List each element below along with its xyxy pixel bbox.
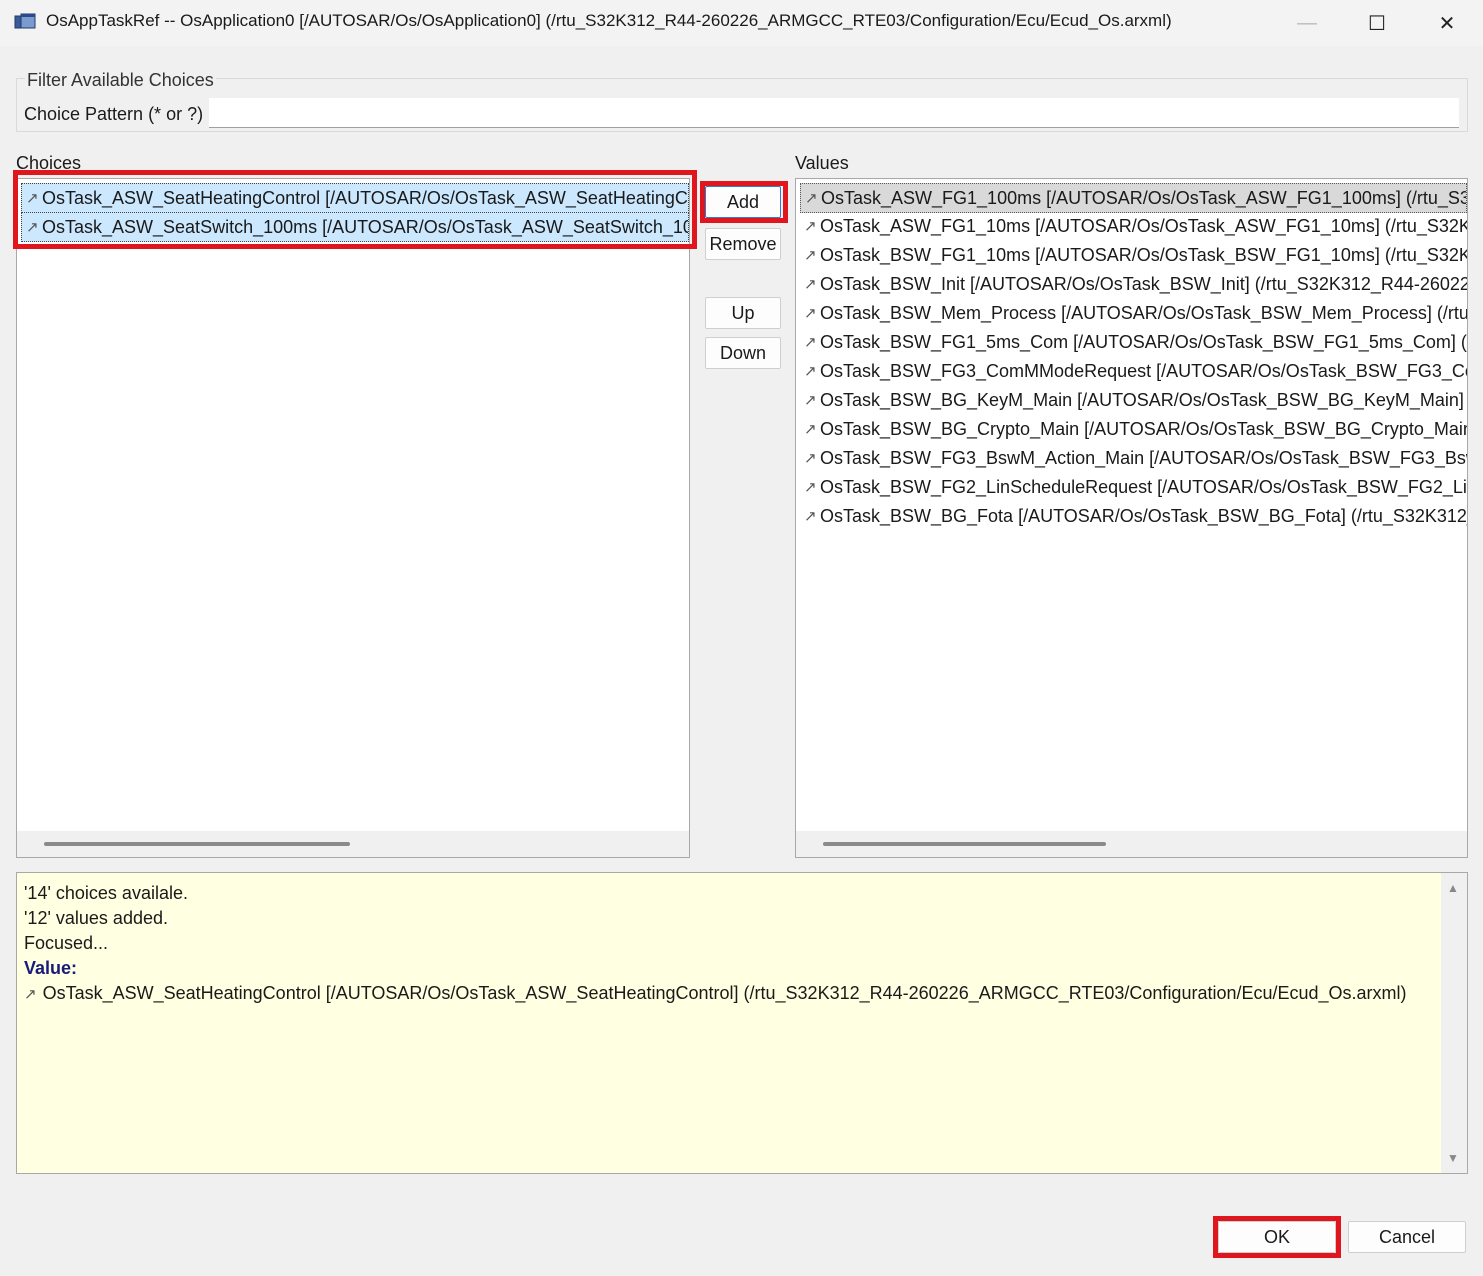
value-detail: ↗ OsTask_ASW_SeatHeatingControl [/AUTOSAR…: [24, 983, 1407, 1004]
values-list-item[interactable]: ↗ OsTask_BSW_Mem_Process [/AUTOSAR/Os/OsT…: [800, 299, 1467, 327]
focused-message: Focused...: [24, 933, 109, 953]
values-label: Values: [795, 153, 849, 173]
values-item-label: OsTask_BSW_BG_KeyM_Main [/AUTOSAR/Os/OsT…: [820, 390, 1467, 410]
values-horizontal-scrollbar[interactable]: [796, 831, 1467, 857]
values-list-item[interactable]: ↗ OsTask_BSW_FG1_10ms [/AUTOSAR/Os/OsTask…: [800, 241, 1467, 269]
filter-group-label: Filter Available Choices: [25, 70, 216, 91]
values-list-item[interactable]: ↗ OsTask_BSW_FG3_BswM_Action_Main [/AUTOS…: [800, 444, 1467, 472]
reference-arrow-icon: ↗: [804, 305, 817, 322]
values-list-item[interactable]: ↗ OsTask_BSW_Init [/AUTOSAR/Os/OsTask_BSW…: [800, 270, 1467, 298]
minimize-button[interactable]: —: [1272, 0, 1342, 46]
values-list-item[interactable]: ↗ OsTask_BSW_FG2_LinScheduleRequest [/AUT…: [800, 473, 1467, 501]
values-item-label: OsTask_BSW_Init [/AUTOSAR/Os/OsTask_BSW_…: [820, 274, 1467, 294]
maximize-button[interactable]: ☐: [1342, 0, 1412, 46]
values-item-label: OsTask_BSW_FG3_BswM_Action_Main [/AUTOSA…: [820, 448, 1467, 468]
reference-arrow-icon: ↗: [804, 363, 817, 380]
values-item-label: OsTask_BSW_FG1_5ms_Com [/AUTOSAR/Os/OsTa…: [820, 332, 1467, 352]
values-list-item[interactable]: ↗ OsTask_ASW_FG1_10ms [/AUTOSAR/Os/OsTask…: [800, 212, 1467, 240]
window-title: OsAppTaskRef -- OsApplication0 [/AUTOSAR…: [46, 11, 1172, 30]
ok-highlight-box: [1213, 1216, 1341, 1258]
choices-list[interactable]: ↗ OsTask_ASW_SeatHeatingControl [/AUTOSA…: [16, 178, 690, 858]
reference-arrow-icon: ↗: [804, 479, 817, 496]
message-vertical-scrollbar[interactable]: ▲ ▼: [1441, 873, 1467, 1173]
add-highlight-box: [700, 181, 788, 223]
reference-arrow-icon: ↗: [24, 986, 37, 1003]
values-list-item[interactable]: ↗ OsTask_ASW_FG1_100ms [/AUTOSAR/Os/OsTas…: [800, 183, 1467, 213]
values-item-label: OsTask_BSW_FG2_LinScheduleRequest [/AUTO…: [820, 477, 1467, 497]
values-list-item[interactable]: ↗ OsTask_BSW_BG_Fota [/AUTOSAR/Os/OsTask_…: [800, 502, 1467, 530]
reference-arrow-icon: ↗: [804, 508, 817, 525]
reference-arrow-icon: ↗: [804, 334, 817, 351]
up-button[interactable]: Up: [705, 297, 781, 329]
values-list-item[interactable]: ↗ OsTask_BSW_FG3_ComMModeRequest [/AUTOSA…: [800, 357, 1467, 385]
values-scroll-thumb[interactable]: [823, 842, 1106, 846]
down-button[interactable]: Down: [705, 337, 781, 369]
scroll-up-arrow-icon[interactable]: ▲: [1447, 881, 1459, 895]
values-item-label: OsTask_BSW_Mem_Process [/AUTOSAR/Os/OsTa…: [820, 303, 1467, 323]
choices-scroll-thumb[interactable]: [44, 842, 350, 846]
reference-arrow-icon: ↗: [804, 218, 817, 235]
reference-arrow-icon: ↗: [804, 421, 817, 438]
choices-available-message: '14' choices availale.: [24, 883, 188, 903]
reference-arrow-icon: ↗: [804, 276, 817, 293]
cancel-button[interactable]: Cancel: [1348, 1221, 1466, 1253]
choice-pattern-input[interactable]: [209, 98, 1459, 128]
reference-arrow-icon: ↗: [804, 450, 817, 467]
message-area: '14' choices availale. '12' values added…: [16, 872, 1468, 1174]
reference-arrow-icon: ↗: [804, 392, 817, 409]
values-item-label: OsTask_BSW_BG_Fota [/AUTOSAR/Os/OsTask_B…: [820, 506, 1467, 526]
values-item-label: OsTask_ASW_FG1_100ms [/AUTOSAR/Os/OsTask…: [821, 188, 1467, 208]
scroll-down-arrow-icon[interactable]: ▼: [1447, 1151, 1459, 1165]
value-heading: Value:: [24, 958, 78, 978]
remove-button[interactable]: Remove: [705, 228, 781, 260]
choices-horizontal-scrollbar[interactable]: [17, 831, 689, 857]
choices-highlight-box: [13, 170, 697, 249]
close-button[interactable]: ✕: [1412, 0, 1482, 46]
values-list-item[interactable]: ↗ OsTask_BSW_BG_Crypto_Main [/AUTOSAR/Os/…: [800, 415, 1467, 443]
values-item-label: OsTask_BSW_BG_Crypto_Main [/AUTOSAR/Os/O…: [820, 419, 1467, 439]
values-list-item[interactable]: ↗ OsTask_BSW_BG_KeyM_Main [/AUTOSAR/Os/Os…: [800, 386, 1467, 414]
values-item-label: OsTask_ASW_FG1_10ms [/AUTOSAR/Os/OsTask_…: [820, 216, 1467, 236]
values-list-item[interactable]: ↗ OsTask_BSW_FG1_5ms_Com [/AUTOSAR/Os/OsT…: [800, 328, 1467, 356]
value-detail-text: OsTask_ASW_SeatHeatingControl [/AUTOSAR/…: [42, 983, 1407, 1003]
values-item-label: OsTask_BSW_FG1_10ms [/AUTOSAR/Os/OsTask_…: [820, 245, 1467, 265]
application-window-icon: [14, 13, 36, 29]
values-list[interactable]: ↗ OsTask_ASW_FG1_100ms [/AUTOSAR/Os/OsTas…: [795, 178, 1468, 858]
values-added-message: '12' values added.: [24, 908, 168, 928]
reference-arrow-icon: ↗: [805, 190, 818, 207]
reference-arrow-icon: ↗: [804, 247, 817, 264]
choice-pattern-label: Choice Pattern (* or ?): [24, 104, 204, 124]
values-item-label: OsTask_BSW_FG3_ComMModeRequest [/AUTOSAR…: [820, 361, 1467, 381]
